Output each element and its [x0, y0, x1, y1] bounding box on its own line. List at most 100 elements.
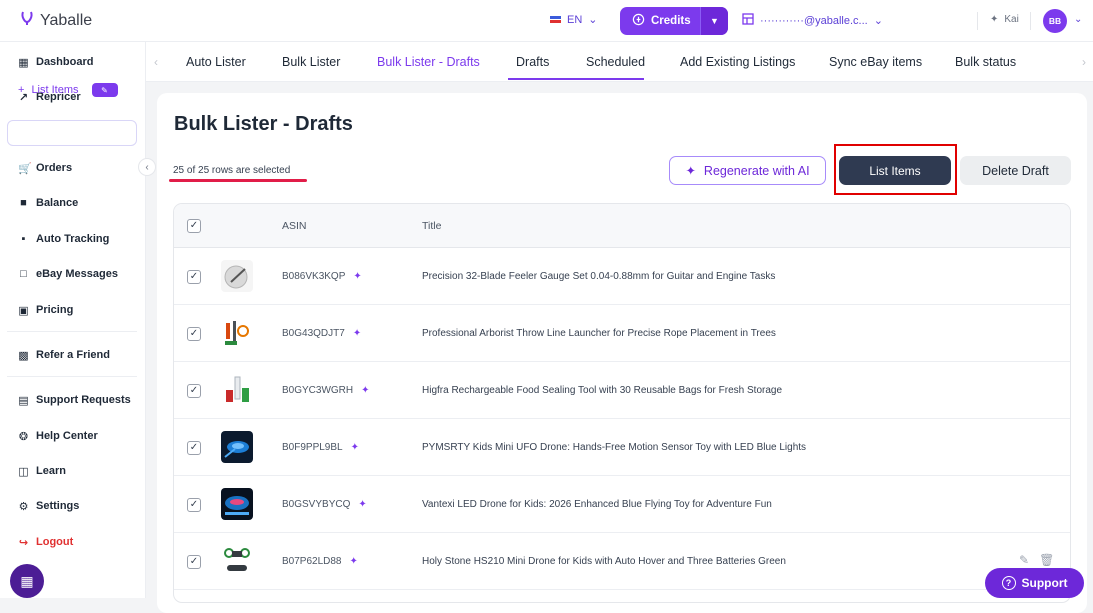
- chevron-down-icon: ⌄: [873, 15, 883, 27]
- chevron-down-icon[interactable]: ⌄: [1074, 14, 1082, 25]
- selection-count: 25 of 25 rows are selected: [173, 165, 291, 176]
- product-thumbnail: [221, 260, 253, 292]
- title-cell: PYMSRTY Kids Mini UFO Drone: Hands-Free …: [422, 442, 807, 453]
- tab-bulk-lister[interactable]: Bulk Lister: [282, 55, 340, 69]
- table-row[interactable]: ✓ B0GYC3WGRH ✦ Higfra Rechargeable Food …: [174, 362, 1070, 419]
- sidebar-item-help-center[interactable]: ❂ Help Center: [18, 427, 98, 445]
- table-row[interactable]: ✓ B0F9PPL9BL ✦ PYMSRTY Kids Mini UFO Dro…: [174, 419, 1070, 476]
- sidebar-item-list-items[interactable]: + List Items ✎: [18, 83, 118, 97]
- sidebar-collapse-button[interactable]: ‹: [138, 158, 156, 176]
- sidebar-item-orders[interactable]: 🛒 Orders: [18, 159, 72, 177]
- language-selector[interactable]: EN ⌄: [550, 13, 598, 26]
- ai-sparkle-icon[interactable]: ✦: [361, 385, 369, 396]
- tab-add-existing-listings[interactable]: Add Existing Listings: [680, 55, 795, 69]
- table-row[interactable]: ✓ B0G43QDJT7 ✦ Professional Arborist Thr…: [174, 305, 1070, 362]
- tab-bulk-status[interactable]: Bulk status: [955, 55, 1016, 69]
- sidebar-item-label: Pricing: [36, 304, 74, 316]
- tab-auto-lister[interactable]: Auto Lister: [186, 55, 246, 69]
- sidebar-item-label: Help Center: [36, 430, 98, 442]
- trash-icon[interactable]: 🗑: [1039, 553, 1054, 567]
- asin-value: B0G43QDJT7: [282, 328, 345, 339]
- sidebar-item-label: Orders: [36, 162, 73, 174]
- asin-value: B0F9PPL9BL: [282, 442, 343, 453]
- table-row[interactable]: ✓ B07P62LD88 ✦ Holy Stone HS210 Mini Dro…: [174, 533, 1070, 590]
- user-name-area[interactable]: ✦ Kai: [990, 14, 1019, 25]
- credits-label: Credits: [651, 15, 691, 27]
- row-checkbox[interactable]: ✓: [187, 327, 201, 341]
- credits-dropdown-button[interactable]: ▼: [700, 7, 728, 35]
- regenerate-with-ai-button[interactable]: ✦ Regenerate with AI: [669, 156, 826, 185]
- select-all-checkbox[interactable]: ✓: [187, 219, 201, 233]
- divider: [1030, 12, 1031, 30]
- sidebar-item-refer-a-friend[interactable]: ▩ Refer a Friend: [18, 346, 110, 364]
- asin-value: B086VK3KQP: [282, 271, 346, 282]
- row-checkbox[interactable]: ✓: [187, 498, 201, 512]
- bottom-app-icon[interactable]: ▦: [10, 564, 44, 598]
- product-thumbnail: [221, 374, 253, 406]
- tab-drafts[interactable]: Drafts: [516, 55, 549, 69]
- title-cell: Higfra Rechargeable Food Sealing Tool wi…: [422, 385, 783, 396]
- edit-icon[interactable]: ✎: [1019, 553, 1029, 567]
- sparkle-icon: ✦: [685, 164, 696, 178]
- row-checkbox[interactable]: ✓: [187, 270, 201, 284]
- sidebar-divider: [7, 331, 137, 332]
- title-cell: Precision 32-Blade Feeler Gauge Set 0.04…: [422, 271, 776, 282]
- row-checkbox[interactable]: ✓: [187, 555, 201, 569]
- wallet-icon: ■: [20, 197, 27, 209]
- tab-scroll-right-icon[interactable]: ›: [1082, 55, 1086, 69]
- table-row[interactable]: ✓ B0GSVYBYCQ ✦ Vantexi LED Drone for Kid…: [174, 476, 1070, 533]
- asin-cell: B07P62LD88 ✦: [282, 556, 358, 567]
- tab-bulk-lister-drafts[interactable]: Bulk Lister - Drafts: [377, 55, 480, 69]
- ai-sparkle-icon[interactable]: ✦: [353, 328, 361, 339]
- sidebar-item-support-requests[interactable]: ▤ Support Requests: [18, 391, 130, 409]
- sidebar-item-ebay-messages[interactable]: □ eBay Messages: [18, 265, 118, 283]
- app-logo[interactable]: Yaballe: [19, 10, 92, 31]
- cart-icon: 🛒: [18, 162, 32, 175]
- title-cell: Professional Arborist Throw Line Launche…: [422, 328, 776, 339]
- sidebar-item-settings[interactable]: ⚙ Settings: [18, 497, 80, 515]
- ai-sparkle-icon[interactable]: ✦: [350, 556, 358, 567]
- tab-sync-ebay-items[interactable]: Sync eBay items: [829, 55, 922, 69]
- active-tab-indicator: [508, 78, 644, 80]
- ai-sparkle-icon[interactable]: ✦: [351, 442, 359, 453]
- table-header: ✓ ASIN Title: [174, 204, 1070, 248]
- asin-cell: B0GYC3WGRH ✦: [282, 385, 370, 396]
- row-checkbox[interactable]: ✓: [187, 384, 201, 398]
- sidebar-item-pricing[interactable]: ▣ Pricing: [18, 301, 73, 319]
- sidebar-item-learn[interactable]: ◫ Learn: [18, 462, 66, 480]
- delete-draft-button[interactable]: Delete Draft: [960, 156, 1071, 185]
- tab-scroll-left-icon[interactable]: ‹: [154, 55, 158, 69]
- credits-main[interactable]: Credits: [620, 7, 700, 35]
- regenerate-label: Regenerate with AI: [703, 163, 810, 178]
- chat-icon: □: [20, 268, 27, 280]
- sidebar-item-dashboard[interactable]: ▦ Dashboard: [18, 53, 93, 71]
- product-thumbnail: [221, 317, 253, 349]
- truck-icon: ▪: [21, 233, 26, 245]
- asin-cell: B0GSVYBYCQ ✦: [282, 499, 367, 510]
- sidebar-item-logout[interactable]: ↪ Logout: [18, 533, 73, 551]
- avatar[interactable]: BB: [1043, 9, 1067, 33]
- title-cell: Holy Stone HS210 Mini Drone for Kids wit…: [422, 556, 786, 567]
- table-row[interactable]: ✓ B086VK3KQP ✦ Precision 32-Blade Feeler…: [174, 248, 1070, 305]
- store-selector[interactable]: ············@yaballe.c... ⌄: [742, 13, 883, 28]
- ai-sparkle-icon[interactable]: ✦: [353, 271, 361, 282]
- sidebar-item-balance[interactable]: ■ Balance: [18, 194, 78, 212]
- book-icon: ◫: [18, 465, 29, 478]
- logout-icon: ↪: [18, 536, 29, 549]
- tab-scheduled[interactable]: Scheduled: [586, 55, 645, 69]
- support-button[interactable]: ? Support: [985, 568, 1084, 598]
- list-items-button[interactable]: List Items: [839, 156, 951, 185]
- document-icon: ▤: [18, 394, 29, 407]
- sidebar-item-label: Auto Tracking: [36, 233, 110, 245]
- question-icon: ?: [1001, 576, 1016, 590]
- credits-button[interactable]: Credits ▼: [620, 7, 728, 35]
- asin-value: B07P62LD88: [282, 556, 342, 567]
- title-cell: Vantexi LED Drone for Kids: 2026 Enhance…: [422, 499, 772, 510]
- sidebar-item-label: Logout: [36, 536, 74, 548]
- ai-sparkle-icon[interactable]: ✦: [358, 499, 366, 510]
- store-email: ············@yaballe.c...: [760, 14, 868, 27]
- user-name: Kai: [1004, 14, 1019, 25]
- row-checkbox[interactable]: ✓: [187, 441, 201, 455]
- sidebar-item-auto-tracking[interactable]: ▪ Auto Tracking: [18, 230, 110, 248]
- sidebar-item-label: Settings: [36, 500, 80, 512]
